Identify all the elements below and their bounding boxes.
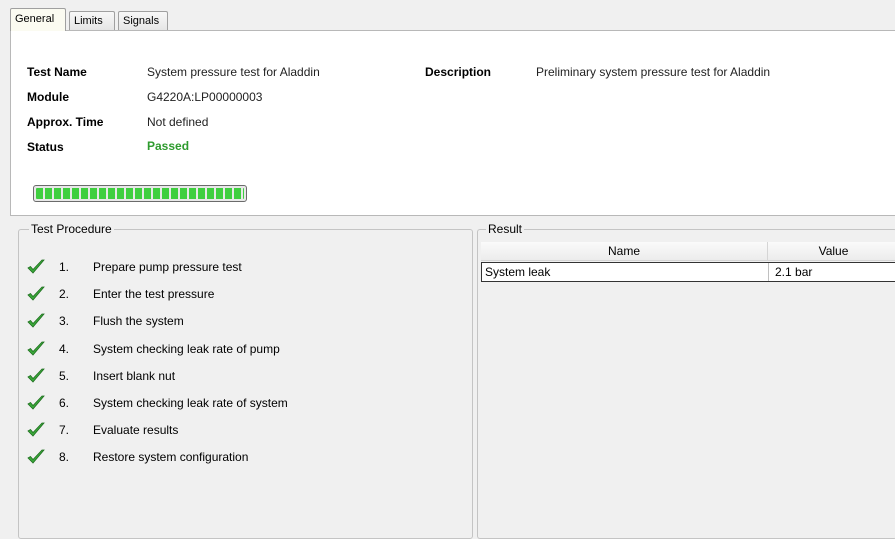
step-number: 8.: [59, 450, 70, 465]
column-header-value[interactable]: Value: [769, 242, 895, 261]
procedure-step: 2. Enter the test pressure: [27, 285, 467, 303]
test-procedure-group: Test Procedure 1. Prepare pump pressure t…: [18, 222, 473, 539]
step-label: Enter the test pressure: [93, 287, 215, 302]
procedure-step: 1. Prepare pump pressure test: [27, 258, 467, 276]
tab-signals[interactable]: Signals: [118, 11, 168, 31]
cell-name: System leak: [482, 263, 769, 281]
test-name-value: System pressure test for Aladdin: [147, 65, 320, 79]
step-label: Flush the system: [93, 314, 184, 329]
check-icon: [27, 286, 45, 302]
check-icon: [27, 368, 45, 384]
status-label: Status: [27, 140, 64, 154]
step-number: 5.: [59, 368, 70, 383]
procedure-step: 4. System checking leak rate of pump: [27, 340, 467, 358]
result-grid[interactable]: Name Value System leak 2.1 bar: [481, 242, 895, 537]
step-number: 6.: [59, 396, 70, 410]
column-header-name[interactable]: Name: [481, 242, 768, 261]
description-value: Preliminary system pressure test for Ala…: [536, 65, 771, 79]
check-icon: [27, 313, 45, 329]
module-label: Module: [27, 90, 69, 104]
check-icon: [27, 259, 45, 275]
check-icon: [27, 422, 45, 438]
tab-limits[interactable]: Limits: [69, 11, 115, 31]
step-label: System checking leak rate of system: [93, 396, 288, 410]
check-icon: [27, 449, 45, 465]
test-procedure-title: Test Procedure: [29, 222, 114, 236]
step-label: Restore system configuration: [93, 450, 249, 465]
step-number: 7.: [59, 423, 70, 438]
general-panel: Test Name System pressure test for Aladd…: [10, 30, 895, 216]
procedure-step: 5. Insert blank nut: [27, 367, 467, 385]
approx-time-value: Not defined: [147, 115, 209, 129]
result-grid-header: Name Value: [481, 242, 895, 261]
tab-general[interactable]: General: [10, 8, 66, 31]
tab-bar: General Limits Signals: [0, 0, 895, 31]
step-label: Insert blank nut: [93, 368, 176, 383]
approx-time-label: Approx. Time: [27, 115, 104, 129]
step-number: 4.: [59, 341, 70, 356]
check-icon: [27, 341, 45, 357]
step-label: Prepare pump pressure test: [93, 260, 242, 274]
table-row[interactable]: System leak 2.1 bar: [481, 262, 895, 282]
procedure-step: 6. System checking leak rate of system: [27, 394, 467, 412]
step-label: System checking leak rate of pump: [93, 341, 280, 356]
procedure-step: 8. Restore system configuration: [27, 448, 467, 466]
test-name-label: Test Name: [27, 65, 87, 79]
module-value: G4220A:LP00000003: [147, 90, 263, 104]
procedure-step: 3. Flush the system: [27, 312, 467, 330]
progress-bar: [33, 185, 247, 202]
result-group: Result Name Value System leak 2.1 bar: [477, 222, 895, 539]
progress-fill: [36, 188, 244, 199]
cell-value: 2.1 bar: [775, 265, 813, 279]
step-number: 3.: [59, 314, 70, 329]
procedure-step: 7. Evaluate results: [27, 421, 467, 439]
description-label: Description: [425, 65, 492, 79]
step-label: Evaluate results: [93, 423, 179, 438]
status-value: Passed: [147, 139, 190, 153]
step-number: 2.: [59, 287, 70, 302]
result-title: Result: [486, 222, 525, 236]
step-number: 1.: [59, 260, 70, 274]
check-icon: [27, 395, 45, 411]
